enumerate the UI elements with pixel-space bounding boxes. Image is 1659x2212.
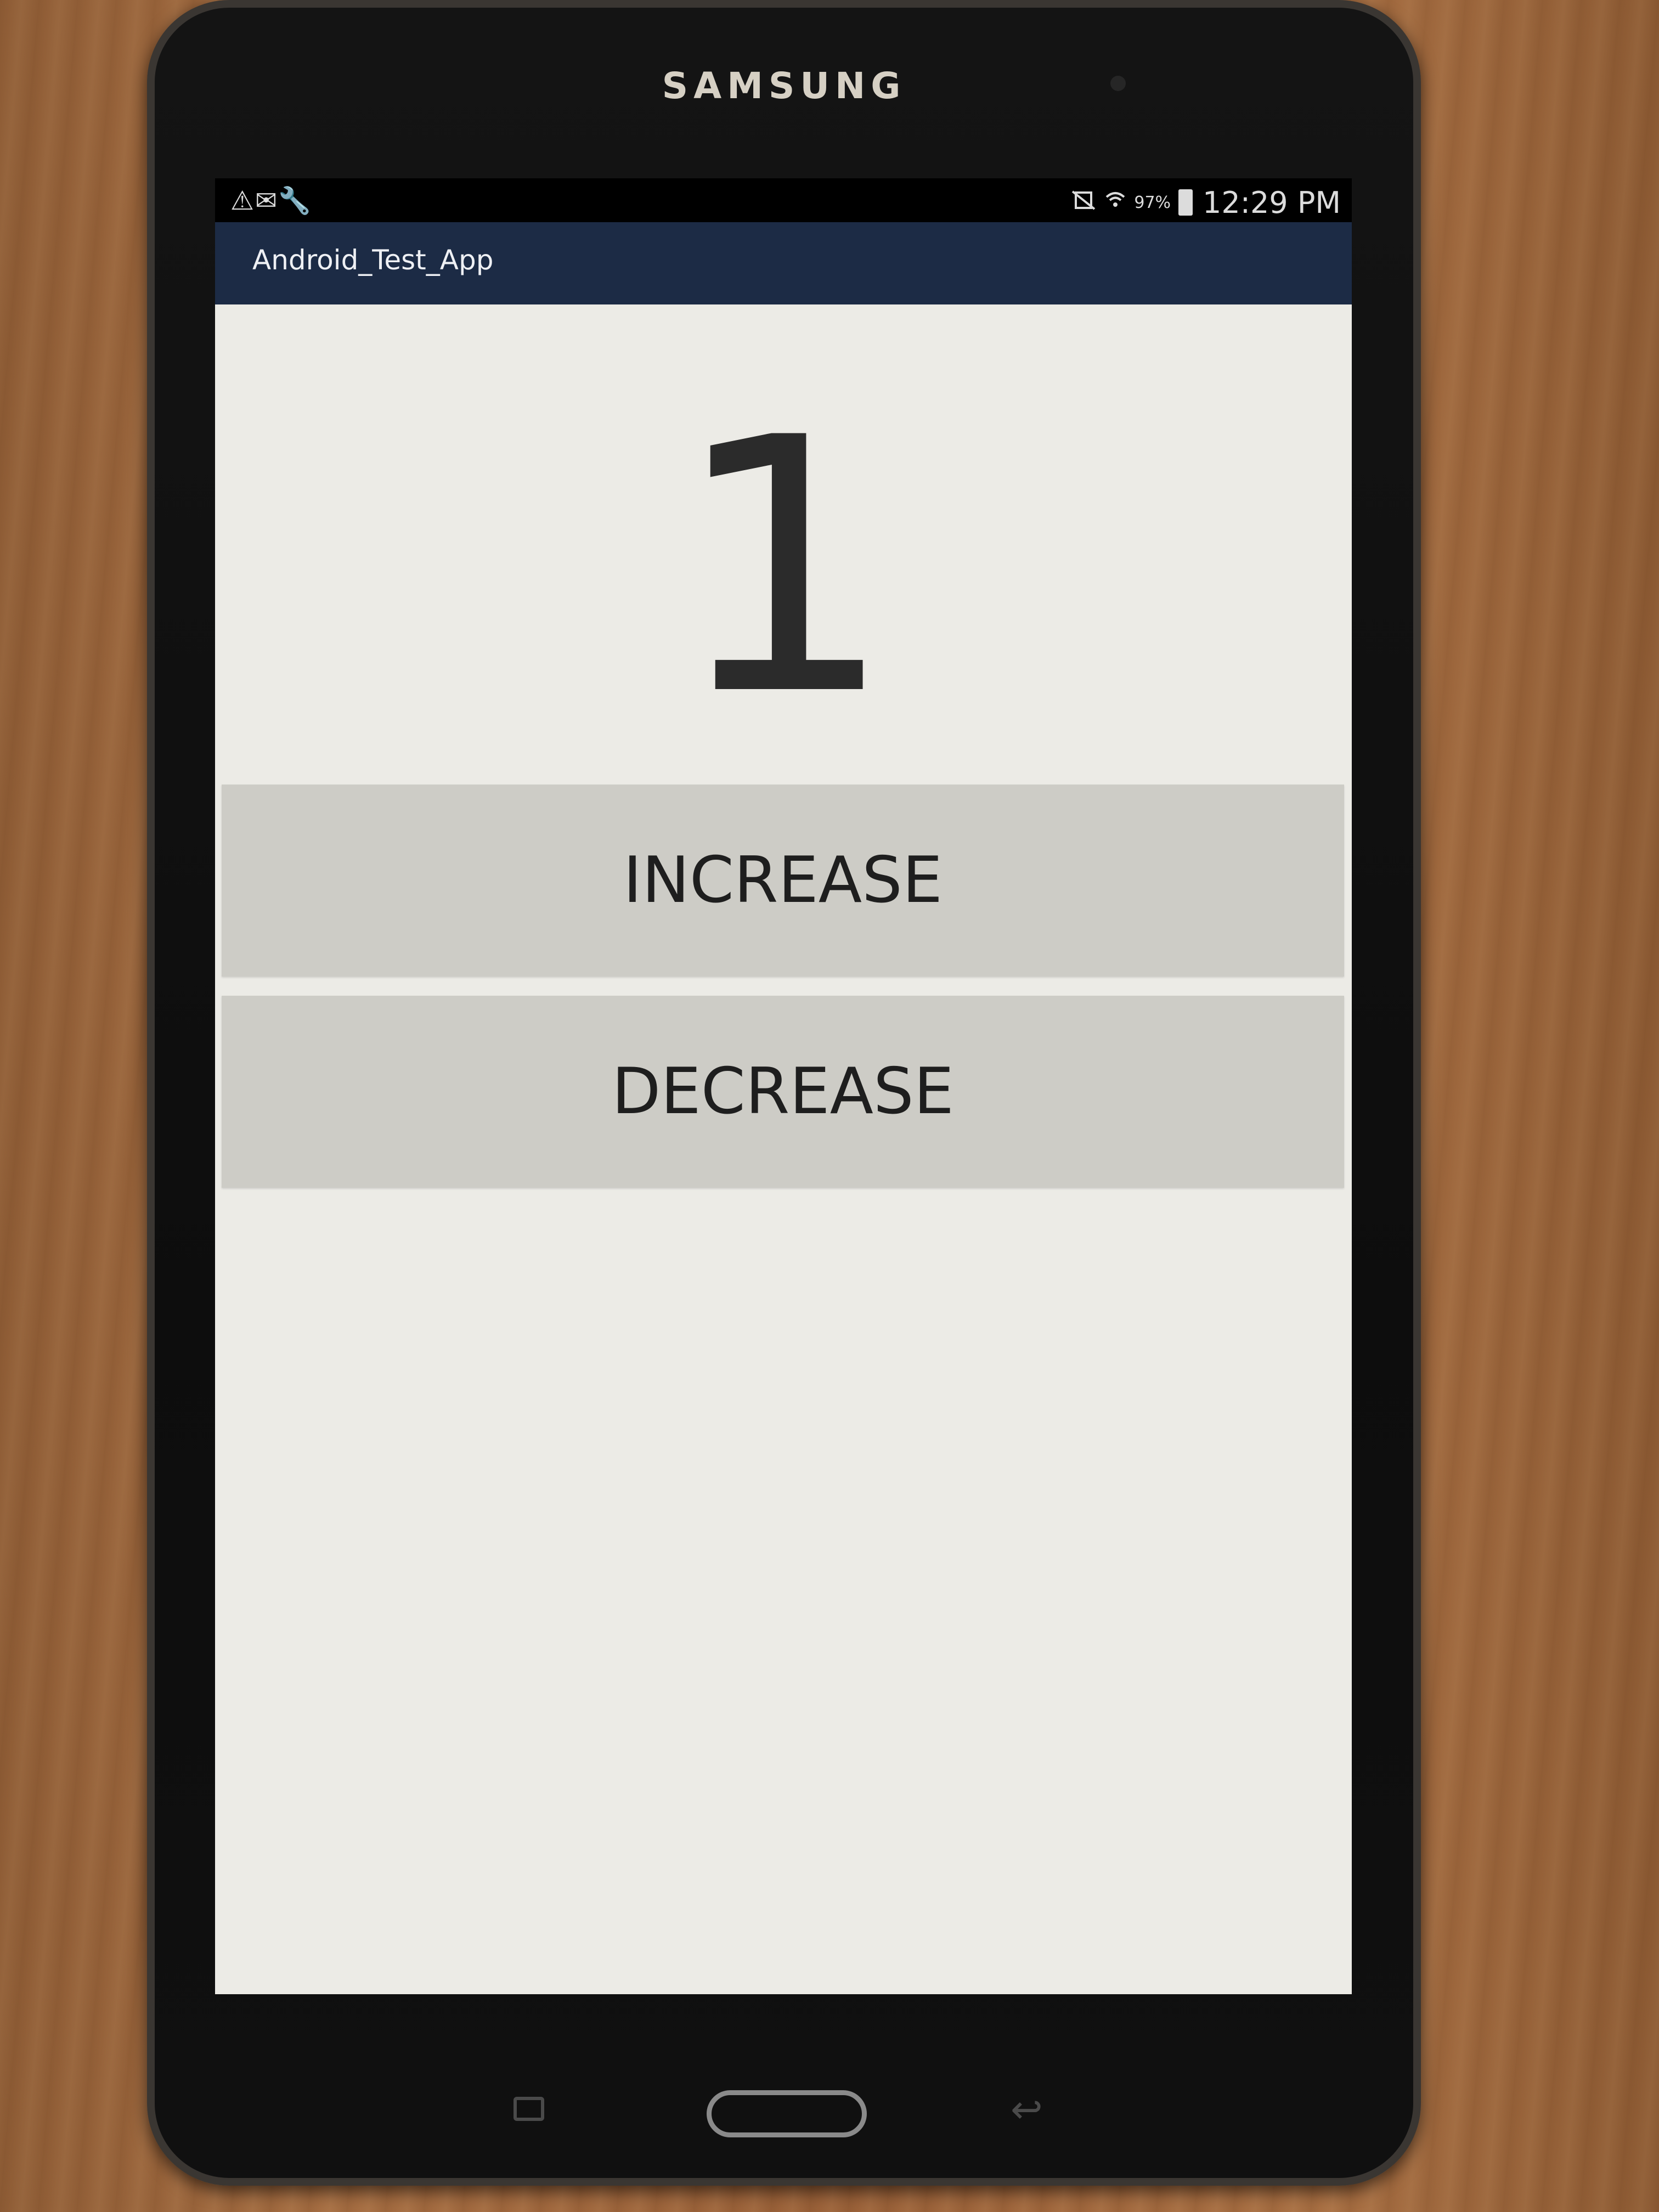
front-camera [1110,76,1126,91]
recent-apps-icon[interactable] [514,2097,544,2121]
app-title: Android_Test_App [252,244,494,276]
counter-value: 1 [672,363,895,772]
home-button[interactable] [707,2090,867,2137]
status-indicators: 97% 12:29 PM [1070,185,1341,220]
status-clock: 12:29 PM [1203,185,1341,220]
battery-icon [1178,189,1193,216]
increase-button[interactable]: INCREASE [222,785,1344,977]
battery-percentage: 97% [1134,193,1171,212]
status-bar: ⚠✉🔧 97% 12:29 PM [215,178,1352,222]
hardware-nav-bar: ↩ [147,2063,1421,2140]
decrease-button[interactable]: DECREASE [222,996,1344,1188]
device-screen: ⚠✉🔧 97% 12:29 PM Android_Test_App 1 INCR… [215,178,1352,1994]
action-bar: Android_Test_App [215,222,1352,304]
notification-icons: ⚠✉🔧 [230,185,313,216]
mute-icon [1070,189,1097,216]
back-icon[interactable]: ↩ [1011,2087,1043,2132]
brand-logo: SAMSUNG [662,65,906,107]
wifi-icon [1104,189,1126,216]
